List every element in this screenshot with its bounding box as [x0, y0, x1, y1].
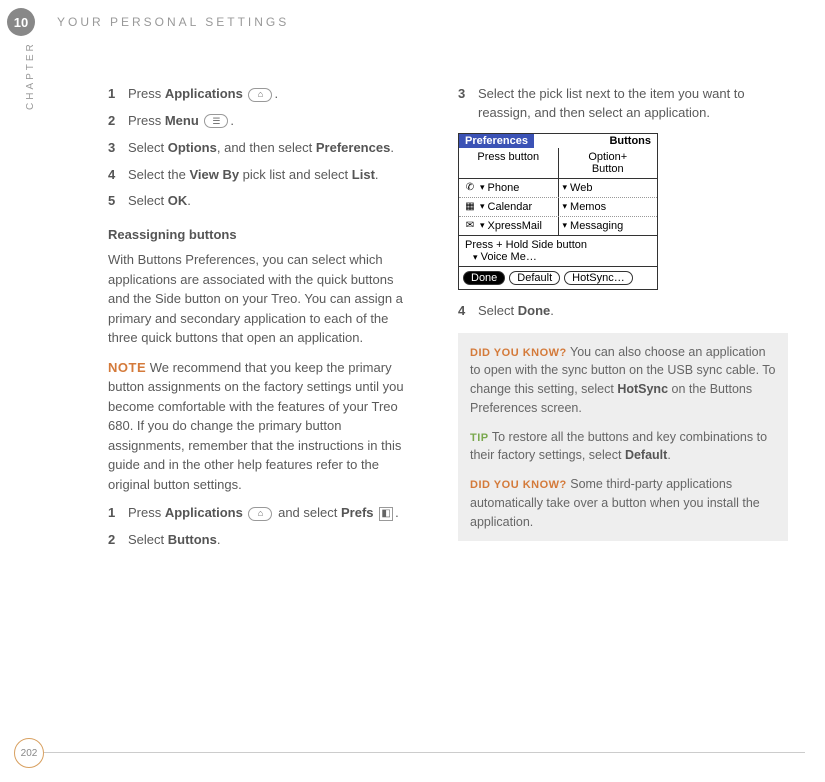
step-text: Select OK.	[128, 192, 418, 211]
step-item: 1 Press Applications ⌂ and select Prefs …	[108, 504, 418, 523]
prefs-col-right: Option+Button	[559, 148, 658, 178]
step-text: Press Applications ⌂ and select Prefs ◧.	[128, 504, 418, 523]
prefs-side-label: Press + Hold Side button	[465, 239, 651, 251]
footer-rule	[44, 752, 805, 753]
step-item: 4 Select Done.	[458, 302, 788, 321]
step-text: Press Menu ☰.	[128, 112, 418, 131]
prefs-category: Buttons	[603, 134, 657, 148]
dropdown-icon: ▾	[473, 252, 478, 262]
prefs-col-left: Press button	[459, 148, 559, 178]
done-button: Done	[463, 271, 505, 285]
dyk-block: DID YOU KNOW? You can also choose an app…	[470, 343, 776, 418]
preferences-screenshot: Preferences Buttons Press button Option+…	[458, 133, 658, 290]
prefs-secondary-cell: ▾Web	[559, 179, 658, 197]
chapter-vertical-label: CHAPTER	[25, 41, 36, 110]
prefs-column-headers: Press button Option+Button	[459, 148, 657, 179]
tip-label: TIP	[470, 432, 489, 444]
right-column: 3 Select the pick list next to the item …	[458, 85, 788, 558]
phone-icon: ✆	[463, 182, 477, 194]
page-number: 202	[14, 738, 44, 768]
prefs-button-row: Done Default HotSync…	[459, 267, 657, 289]
step-text: Select the View By pick list and select …	[128, 166, 418, 185]
step-text: Select the pick list next to the item yo…	[478, 85, 788, 123]
note-paragraph: NOTE We recommend that you keep the prim…	[108, 358, 418, 495]
prefs-side-section: Press + Hold Side button ▾ Voice Me…	[459, 236, 657, 267]
default-button: Default	[509, 271, 560, 285]
section-title: YOUR PERSONAL SETTINGS	[57, 15, 289, 29]
step-text: Select Done.	[478, 302, 788, 321]
step-number: 4	[458, 302, 478, 321]
step-number: 5	[108, 192, 128, 211]
left-column: 1 Press Applications ⌂. 2 Press Menu ☰. …	[108, 85, 418, 558]
applications-icon: ⌂	[248, 507, 272, 521]
tip-block: TIP To restore all the buttons and key c…	[470, 428, 776, 466]
dyk-label: DID YOU KNOW?	[470, 347, 567, 359]
dropdown-icon: ▾	[480, 182, 485, 193]
prefs-primary-cell: ✆▾Phone	[459, 179, 559, 197]
step-item: 3 Select the pick list next to the item …	[458, 85, 788, 123]
prefs-title: Preferences	[459, 134, 534, 148]
step-text: Select Options, and then select Preferen…	[128, 139, 418, 158]
prefs-primary-cell: ✉▾XpressMail	[459, 217, 559, 235]
step-number: 4	[108, 166, 128, 185]
step-text: Select Buttons.	[128, 531, 418, 550]
step-item: 3 Select Options, and then select Prefer…	[108, 139, 418, 158]
dropdown-icon: ▾	[480, 201, 485, 212]
prefs-side-value: ▾ Voice Me…	[465, 251, 651, 263]
prefs-secondary-cell: ▾Messaging	[559, 217, 658, 235]
applications-icon: ⌂	[248, 88, 272, 102]
prefs-row: ✉▾XpressMail ▾Messaging	[459, 217, 657, 236]
menu-icon: ☰	[204, 114, 228, 128]
body-paragraph: With Buttons Preferences, you can select…	[108, 250, 418, 348]
page-header: 10 YOUR PERSONAL SETTINGS	[0, 0, 825, 36]
step-number: 1	[108, 85, 128, 104]
step-item: 5 Select OK.	[108, 192, 418, 211]
step-item: 2 Press Menu ☰.	[108, 112, 418, 131]
prefs-icon: ◧	[379, 507, 393, 521]
dropdown-icon: ▾	[563, 220, 568, 231]
calendar-icon: ▦	[463, 201, 477, 213]
dyk-block: DID YOU KNOW? Some third-party applicati…	[470, 475, 776, 531]
dropdown-icon: ▾	[480, 220, 485, 231]
sidebar-callout: DID YOU KNOW? You can also choose an app…	[458, 333, 788, 542]
dropdown-icon: ▾	[563, 182, 568, 193]
step-number: 1	[108, 504, 128, 523]
dropdown-icon: ▾	[563, 201, 568, 212]
step-number: 2	[108, 112, 128, 131]
prefs-row: ✆▾Phone ▾Web	[459, 179, 657, 198]
chapter-badge: 10	[7, 8, 35, 36]
step-item: 1 Press Applications ⌂.	[108, 85, 418, 104]
prefs-row: ▦▾Calendar ▾Memos	[459, 198, 657, 217]
step-item: 4 Select the View By pick list and selec…	[108, 166, 418, 185]
step-number: 3	[108, 139, 128, 158]
prefs-primary-cell: ▦▾Calendar	[459, 198, 559, 216]
dyk-label: DID YOU KNOW?	[470, 479, 567, 491]
prefs-secondary-cell: ▾Memos	[559, 198, 658, 216]
mail-icon: ✉	[463, 220, 477, 232]
subheading: Reassigning buttons	[108, 227, 418, 242]
step-number: 3	[458, 85, 478, 123]
prefs-titlebar: Preferences Buttons	[459, 134, 657, 148]
step-item: 2 Select Buttons.	[108, 531, 418, 550]
hotsync-button: HotSync…	[564, 271, 633, 285]
content-area: 1 Press Applications ⌂. 2 Press Menu ☰. …	[108, 85, 795, 558]
step-number: 2	[108, 531, 128, 550]
note-label: NOTE	[108, 360, 146, 375]
step-text: Press Applications ⌂.	[128, 85, 418, 104]
